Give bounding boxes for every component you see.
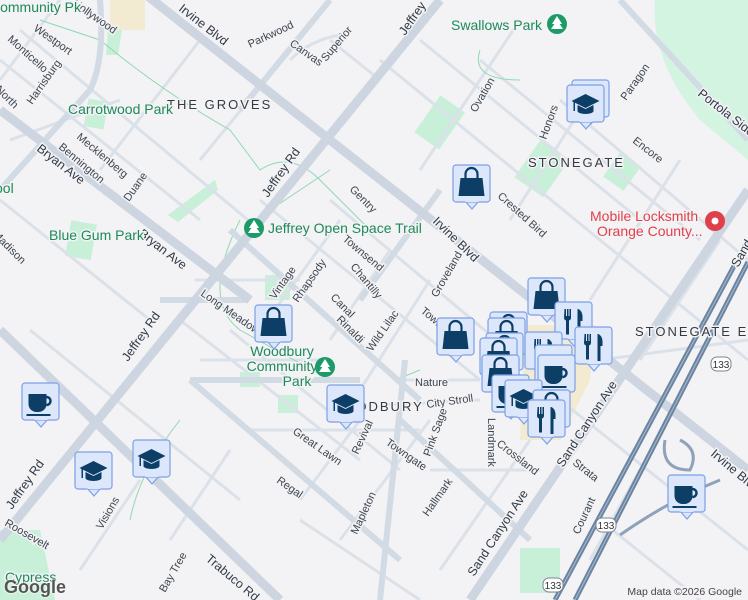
swallows-park[interactable]: Swallows Park	[450, 14, 567, 35]
place-label: Community Pk	[0, 0, 82, 15]
school-marker[interactable]	[326, 384, 365, 430]
svg-text:Crested Bird: Crested Bird	[495, 190, 548, 240]
svg-text:Superior: Superior	[319, 24, 355, 64]
svg-text:Canvas: Canvas	[287, 38, 325, 70]
svg-text:Hallmark: Hallmark	[421, 476, 456, 519]
svg-text:Orange County...: Orange County...	[597, 223, 703, 239]
svg-text:Nature: Nature	[415, 377, 448, 389]
highway-shield: 133	[542, 577, 564, 593]
school-marker[interactable]	[566, 84, 605, 130]
school-marker[interactable]	[74, 451, 113, 497]
restaurant-marker[interactable]	[527, 399, 566, 445]
svg-text:Paragon: Paragon	[619, 62, 653, 103]
road-label: Jeffrey Rd	[119, 309, 163, 364]
svg-text:133: 133	[545, 581, 562, 592]
svg-text:Strata: Strata	[570, 457, 601, 485]
park-label: Blue Gum Park	[49, 227, 145, 243]
svg-text:Westport: Westport	[31, 23, 74, 58]
svg-text:Regal: Regal	[274, 475, 304, 501]
neighborhood-label: STONEGATE EAST	[635, 324, 748, 339]
map-canvas[interactable]: 133 133 133 Irvine Blvd Irvine Blvd Irvi…	[0, 0, 748, 600]
park-label: Carrotwood Park	[68, 101, 174, 117]
school-marker[interactable]	[132, 439, 171, 485]
svg-text:City Stroll: City Stroll	[426, 393, 474, 411]
cafe-marker[interactable]	[21, 382, 60, 428]
place-label: ool	[0, 180, 14, 196]
svg-text:133: 133	[713, 360, 730, 371]
shopping-marker[interactable]	[452, 164, 491, 210]
highway-shield: 133	[710, 356, 732, 372]
jeffrey-open-space-trail[interactable]: Jeffrey Open Space Trail	[244, 218, 423, 238]
svg-text:Landmark: Landmark	[485, 418, 497, 467]
google-logo: Google	[4, 577, 66, 597]
neighborhood-label: THE GROVES	[167, 97, 272, 112]
svg-text:Crossland: Crossland	[494, 438, 540, 478]
svg-text:Revival: Revival	[350, 418, 376, 456]
svg-text:Mobile Locksmith: Mobile Locksmith	[590, 208, 698, 224]
svg-text:Great Lawn: Great Lawn	[290, 426, 343, 468]
svg-text:Swallows Park: Swallows Park	[451, 17, 543, 33]
svg-text:Encore: Encore	[630, 135, 665, 166]
svg-text:Groveland: Groveland	[429, 250, 465, 300]
svg-text:Gentry: Gentry	[347, 184, 379, 216]
svg-text:133: 133	[598, 521, 615, 532]
shopping-marker[interactable]	[254, 304, 293, 350]
highway-shield: 133	[595, 517, 617, 533]
shopping-marker[interactable]	[436, 317, 475, 363]
restaurant-marker[interactable]	[574, 326, 613, 372]
neighborhood-label: STONEGATE	[528, 155, 625, 170]
svg-text:Jeffrey Open Space Trail: Jeffrey Open Space Trail	[268, 220, 422, 236]
svg-text:Bay Tree: Bay Tree	[157, 550, 189, 594]
svg-text:Madison: Madison	[0, 229, 28, 267]
cafe-marker[interactable]	[667, 474, 706, 520]
svg-text:Long Meadow: Long Meadow	[198, 288, 262, 337]
map-attribution[interactable]: Map data ©2026 Google	[625, 586, 744, 598]
